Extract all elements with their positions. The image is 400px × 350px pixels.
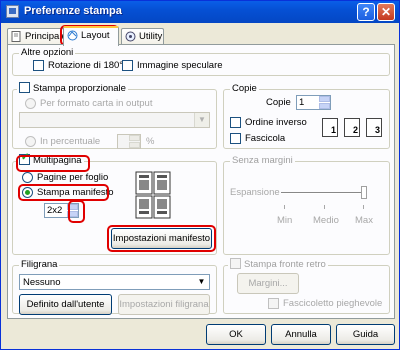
proporzionale-header: Stampa proporzionale [17,82,128,95]
stepper-up-button[interactable] [129,135,140,141]
stack-3-label: 3 [374,125,380,135]
fascicoletto-label: Fascicoletto pieghevole [283,298,383,309]
poster-size-value: 2x2 [47,205,63,216]
page-stack-icon: 2 [344,118,360,137]
rotazione-label: Rotazione di 180° [48,60,124,71]
page-stack-icon: 1 [322,118,338,137]
ok-button[interactable]: OK [206,324,266,345]
stack-1-label: 1 [330,125,336,135]
proporzionale-checkbox[interactable] [19,82,30,93]
tab-principale[interactable]: Principale [7,28,67,45]
proporzionale-title: Stampa proporzionale [33,83,126,95]
pagine-per-foglio-radio[interactable] [22,172,33,183]
filigrana-title: Filigrana [19,259,60,270]
pagine-per-foglio-label: Pagine per foglio [37,172,109,183]
tab-layout[interactable]: Layout [63,26,119,46]
speculare-checkbox[interactable] [122,60,133,71]
tab-principale-label: Principale [25,31,67,42]
margini-button[interactable]: Margini... [237,273,299,294]
min-label: Min [277,215,293,226]
definito-utente-button[interactable]: Definito dall'utente [19,294,112,315]
fascicoletto-checkbox[interactable] [268,298,279,309]
formato-select[interactable]: ▼ [19,112,210,128]
rotazione-checkbox[interactable] [33,60,44,71]
stepper-down-button[interactable] [67,211,78,217]
slider-thumb[interactable] [361,186,367,199]
copie-stepper[interactable]: 1 [296,95,331,110]
espansione-label: Espansione [230,187,280,198]
filigrana-value: Nessuno [23,277,61,288]
help-title-button[interactable]: ? [357,3,375,21]
chevron-down-icon: ▼ [194,113,209,127]
layout-panel: Altre opzioni Rotazione di 180° Immagine… [7,44,395,319]
annulla-button[interactable]: Annulla [271,324,331,345]
ordine-inverso-label: Ordine inverso [245,117,307,128]
stepper-up-button[interactable] [67,204,78,210]
speculare-label: Immagine speculare [137,60,223,71]
window-title: Preferenze stampa [24,5,122,17]
stepper-down-button[interactable] [319,103,330,109]
percent-sign: % [146,136,155,147]
senza-margini-title: Senza margini [230,155,295,166]
fronte-retro-title: Stampa fronte retro [244,259,326,271]
formato-label: Per formato carta in output [40,98,153,109]
stampa-manifesto-radio[interactable] [22,187,33,198]
tick-min [284,205,285,209]
impostazioni-filigrana-button[interactable]: Impostazioni filigrana [118,294,210,315]
stack-2-label: 2 [352,125,358,135]
tick-medio [324,205,325,209]
check-icon: ✓ [21,152,30,163]
fascicola-checkbox[interactable] [230,133,241,144]
medio-label: Medio [313,215,339,226]
ordine-inverso-checkbox[interactable] [230,117,241,128]
multipagina-title: Multipagina [33,155,82,167]
espansione-slider[interactable] [281,192,364,194]
close-window-button[interactable]: ✕ [377,3,395,21]
stepper-up-button[interactable] [319,96,330,102]
tab-utility-label: Utility [139,31,163,42]
tab-layout-label: Layout [81,30,110,41]
page-stack-icon: 3 [366,118,382,137]
chevron-down-icon: ▼ [194,275,209,289]
document-icon [11,31,22,42]
fronte-retro-group: Stampa fronte retro Margini... Fascicole… [223,258,390,314]
altre-opzioni-title: Altre opzioni [19,47,76,58]
percentuale-label: In percentuale [40,136,101,147]
utility-icon [125,31,136,42]
stepper-down-button[interactable] [129,142,140,148]
tick-max [363,205,364,209]
stampa-manifesto-label: Stampa manifesto [37,187,114,198]
copie-title: Copie [230,83,259,94]
fronte-retro-header: Stampa fronte retro [228,258,328,271]
filigrana-select[interactable]: Nessuno ▼ [19,274,210,290]
tab-utility[interactable]: Utility [121,28,164,45]
filigrana-group: Filigrana Nessuno ▼ Definito dall'utente… [12,259,217,315]
title-bar: Preferenze stampa ? ✕ [1,1,399,23]
multipagina-header: ✓ Multipagina [17,152,84,167]
formato-radio[interactable] [25,98,36,109]
layout-icon [67,30,78,41]
altre-opzioni-group: Altre opzioni Rotazione di 180° Immagine… [12,47,390,76]
senza-margini-group: Senza margini Espansione Min Medio Max [223,155,390,255]
printer-app-icon [6,5,19,18]
percentuale-radio[interactable] [25,136,36,147]
print-preferences-window: Preferenze stampa ? ✕ Principale Layout … [0,0,400,350]
poster-size-stepper[interactable]: 2x2 [44,203,79,218]
copie-value: 1 [299,97,305,108]
copie-group: Copie Copie 1 Ordine inverso Fascicola 1… [223,83,390,149]
copie-label: Copie [266,97,291,108]
impostazioni-manifesto-button[interactable]: Impostazioni manifesto [111,228,212,249]
fascicola-label: Fascicola [245,133,286,144]
proporzionale-group: Stampa proporzionale Per formato carta i… [12,82,217,149]
poster-preview-icon [135,171,171,222]
max-label: Max [355,215,373,226]
guida-button[interactable]: Guida [336,324,395,345]
fronte-retro-checkbox[interactable] [230,258,241,269]
multipagina-checkbox[interactable]: ✓ [19,152,30,165]
percentuale-stepper[interactable] [117,134,141,149]
multipagina-group: ✓ Multipagina Pagine per foglio Stampa ma… [12,152,217,255]
